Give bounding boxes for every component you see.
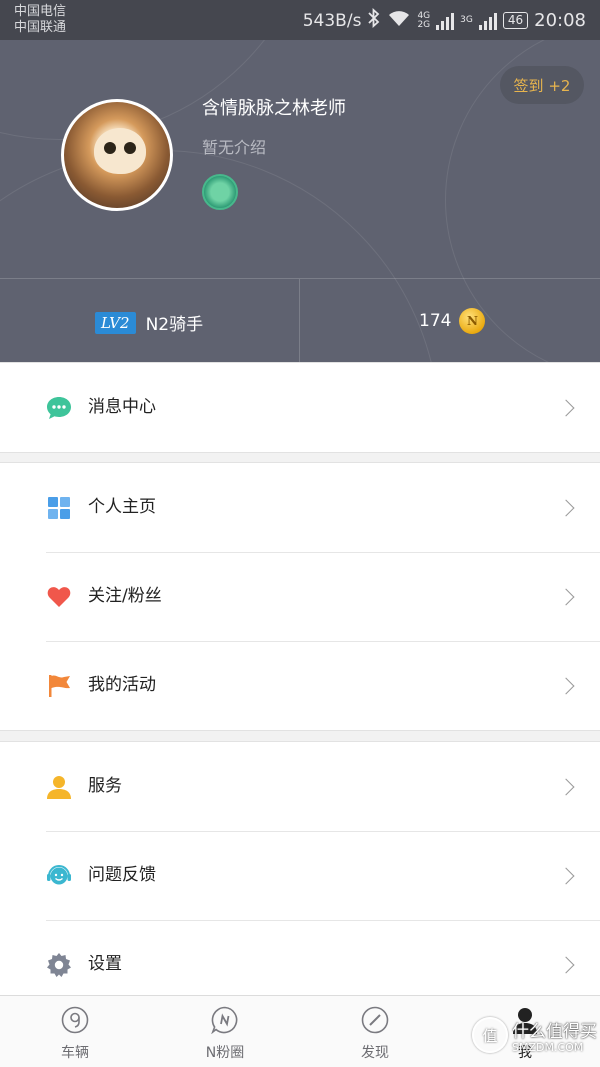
chevron-right-icon [557,867,575,884]
wifi-icon [387,9,411,32]
chat-bubble-icon [47,396,71,419]
level-info[interactable]: LV2 N2骑手 [95,310,203,335]
tab-discover[interactable]: 发现 [315,996,435,1067]
tab-label: N粉圈 [205,1045,245,1061]
signal-bars-1-icon [436,12,455,30]
menu-item-label: 问题反馈 [88,865,156,885]
watermark-logo: 值 [472,1017,508,1053]
chevron-right-icon [557,677,575,694]
network-type-tag-1: 4G 2G [417,11,431,30]
tab-n-circle[interactable]: N粉圈 [165,996,285,1067]
chevron-right-icon [557,778,575,795]
chevron-right-icon [557,956,575,973]
flag-icon [49,674,70,697]
compass-icon [361,1006,389,1034]
smzdm-watermark: 值 什么值得买 SMZDM.COM [472,1015,597,1065]
network-type-tag-2: 3G [460,15,473,25]
n-circle-chat-icon [211,1006,238,1034]
signal-bars-2-icon [478,12,497,30]
net-speed: 543B/s [302,10,362,31]
network-type-bottom: 2G [417,19,431,30]
avatar-cat-eye [104,142,116,154]
menu-item-services[interactable]: 服务 [0,742,600,831]
menu-item-label: 我的活动 [88,675,156,695]
menu-item-label: 消息中心 [88,397,156,417]
avatar[interactable] [61,99,173,211]
menu-item-follow-fans[interactable]: 关注/粉丝 [0,552,600,641]
username[interactable]: 含情脉脉之林老师 [202,94,346,120]
avatar-cat-face [94,128,146,174]
menu-group-support: 服务 问题反馈 设置 [0,741,600,1010]
header-divider [0,278,600,279]
watermark-text-en: SMZDM.COM [512,1041,584,1054]
status-bar: 中国电信 中国联通 543B/s 4G 2G 3G 46 20:08 [0,0,600,40]
level-tag: LV2 [95,311,136,334]
menu-item-message-center[interactable]: 消息中心 [0,363,600,452]
carrier-1: 中国电信 [14,4,67,19]
menu-item-label: 个人主页 [88,497,156,517]
n-coin-icon: N [459,308,486,334]
battery-indicator: 46 [502,12,529,29]
menu-group-personal: 个人主页 关注/粉丝 我的活动 [0,462,600,731]
coin-balance[interactable]: 174 N [419,308,486,334]
menu-item-my-activities[interactable]: 我的活动 [0,641,600,730]
menu-item-feedback[interactable]: 问题反馈 [0,831,600,920]
heart-icon [47,586,71,607]
chevron-right-icon [557,499,575,516]
profile-intro[interactable]: 暂无介绍 [202,134,266,158]
menu-item-label: 服务 [88,776,122,796]
gear-icon [47,952,71,977]
headset-support-icon [47,864,71,884]
carrier-names: 中国电信 中国联通 [14,4,66,36]
menu-item-label: 关注/粉丝 [88,586,162,606]
menu-item-homepage[interactable]: 个人主页 [0,463,600,552]
checkin-button[interactable]: 签到 +2 [500,66,584,104]
level-name: N2骑手 [145,315,204,335]
vehicle-icon [61,1006,89,1034]
medal-badge-icon[interactable] [202,174,238,210]
bluetooth-icon [367,7,381,33]
menu-group-messages: 消息中心 [0,362,600,453]
watermark-text-cn: 什么值得买 [512,1022,597,1042]
chevron-right-icon [557,588,575,605]
chevron-right-icon [557,399,575,416]
profile-header: 含情脉脉之林老师 暂无介绍 签到 +2 LV2 N2骑手 174 N [0,40,600,362]
tab-label: 发现 [361,1045,389,1061]
person-icon [47,775,71,799]
carrier-2: 中国联通 [14,20,67,35]
tab-label: 车辆 [61,1045,89,1061]
status-indicators: 543B/s 4G 2G 3G 46 20:08 [297,7,586,33]
grid-icon [48,496,70,519]
avatar-cat-eye [124,142,136,154]
tab-vehicle[interactable]: 车辆 [15,996,135,1067]
header-divider-vertical [299,279,300,362]
clock: 20:08 [534,10,586,31]
coin-count: 174 [419,311,452,331]
